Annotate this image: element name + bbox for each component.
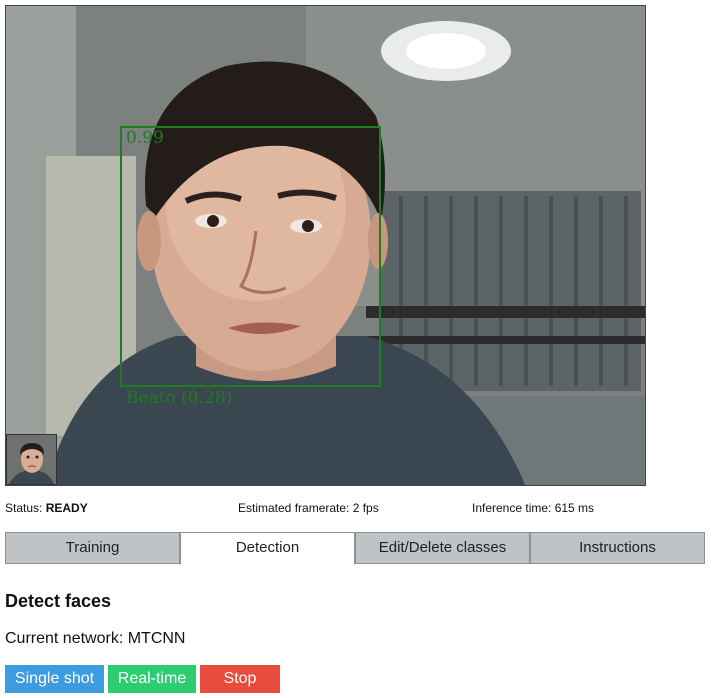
tab-training[interactable]: Training	[5, 532, 180, 564]
inference-time-readout: Inference time: 615 ms	[472, 501, 595, 515]
detection-class-label: Beato (0.28)	[126, 388, 233, 408]
webcam-frame	[6, 6, 645, 485]
webcam-video-feed: 0.99 Beato (0.28)	[5, 5, 646, 486]
thumbnail-face-image	[7, 435, 56, 484]
status-indicator: Status: READY	[5, 501, 88, 515]
action-buttons: Single shot Real-time Stop	[5, 665, 280, 693]
stop-button[interactable]: Stop	[200, 665, 280, 693]
status-bar: Status: READY Estimated framerate: 2 fps…	[5, 501, 705, 517]
tab-instructions[interactable]: Instructions	[530, 532, 705, 564]
status-label: Status:	[5, 501, 43, 515]
real-time-button[interactable]: Real-time	[108, 665, 196, 693]
single-shot-button[interactable]: Single shot	[5, 665, 104, 693]
tab-detection[interactable]: Detection	[180, 532, 355, 565]
current-network-text: Current network: MTCNN	[5, 630, 186, 647]
status-value: READY	[45, 501, 88, 515]
section-heading: Detect faces	[5, 591, 112, 611]
tab-bar: Training Detection Edit/Delete classes I…	[5, 532, 705, 565]
detected-face-thumbnail	[6, 434, 57, 485]
tab-edit-delete-classes[interactable]: Edit/Delete classes	[355, 532, 530, 564]
framerate-readout: Estimated framerate: 2 fps	[238, 501, 379, 515]
detection-score-label: 0.99	[126, 128, 164, 148]
